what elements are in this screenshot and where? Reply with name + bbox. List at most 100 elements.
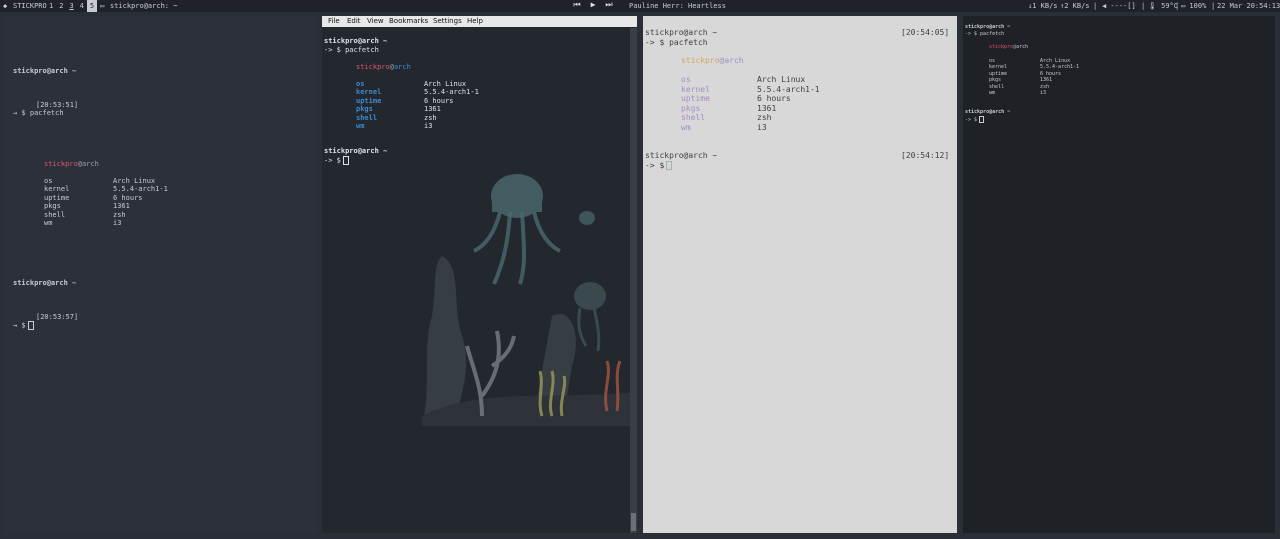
info-key: pkgs (44, 202, 61, 210)
info-key: kernel (44, 185, 70, 193)
info-key: wm (44, 219, 53, 227)
menu-file[interactable]: File (328, 16, 340, 27)
hostname: STICKPRO (13, 2, 47, 10)
command-line: -> $ (965, 117, 978, 123)
fetch-host: arch (1016, 44, 1029, 50)
terminal-icon: ▭ (100, 2, 105, 10)
info-value: Arch Linux (424, 80, 467, 88)
info-value: zsh (424, 114, 437, 122)
fetch-user: stickpro (356, 63, 390, 71)
info-value: zsh (113, 211, 126, 219)
next-track-icon[interactable]: ⏭ (604, 0, 614, 10)
fetch-user: stickpro (989, 44, 1014, 50)
info-value: Arch Linux (757, 75, 806, 84)
separator: | (1175, 2, 1180, 10)
info-value: 1361 (1040, 77, 1053, 83)
info-value: 5.5.4-arch1-1 (757, 85, 820, 94)
prompt-line: stickpro@arch ~ (13, 279, 77, 287)
command-line: → $ pacfetch (13, 109, 64, 117)
info-key: uptime (356, 97, 382, 105)
info-value: 6 hours (113, 194, 143, 202)
command-line: -> $ (324, 156, 341, 165)
prompt-line: stickpro@arch ~ (13, 67, 77, 75)
command-line: -> $ pacfetch (645, 38, 708, 47)
info-value: 5.5.4-arch1-1 (1040, 64, 1080, 70)
info-value: 6 hours (424, 97, 454, 105)
command-line: -> $ pacfetch (324, 46, 379, 54)
info-key: shell (681, 113, 706, 122)
timestamp: [20:54:05] (901, 28, 950, 37)
workspace-3[interactable]: 3 (66, 0, 76, 12)
text-cursor (979, 116, 985, 123)
info-value: 1361 (424, 105, 441, 113)
info-key: wm (356, 122, 365, 130)
info-key: os (681, 75, 691, 84)
clock: 22 Mar 20:54:13 (1217, 2, 1280, 10)
workspace-2[interactable]: 2 (56, 0, 66, 12)
info-key: os (356, 80, 365, 88)
info-key: pkgs (681, 104, 701, 113)
prompt-line: stickpro@arch ~ (965, 24, 1011, 30)
download-speed: ↓1 KB/s (1028, 2, 1058, 10)
prompt-line: stickpro@arch ~ (645, 151, 718, 160)
play-icon[interactable]: ▶ (588, 0, 598, 10)
terminal-pane-4[interactable]: stickpro@arch ~ -> $ pacfetch stickpro@a… (963, 16, 1275, 533)
terminal-pane-1[interactable]: stickpro@arch ~ [20:53:51] → $ pacfetch … (5, 16, 317, 533)
menu-help[interactable]: Help (467, 16, 483, 27)
jellyfish-wallpaper-art (422, 174, 637, 426)
info-value: i3 (757, 123, 767, 132)
menu-bar: File Edit View Bookmarks Settings Help (322, 16, 637, 27)
info-value: Arch Linux (113, 177, 156, 185)
prompt-line: stickpro@arch ~ (324, 147, 388, 155)
separator: | (1093, 2, 1098, 10)
menu-view[interactable]: View (367, 16, 384, 27)
info-value: zsh (757, 113, 772, 122)
workspace-1[interactable]: 1 (46, 0, 56, 12)
fetch-user: stickpro (681, 56, 720, 65)
info-key: os (44, 177, 53, 185)
info-value: 5.5.4-arch1-1 (113, 185, 168, 193)
previous-track-icon[interactable]: ⏮ (572, 0, 582, 10)
info-key: pkgs (989, 77, 1002, 83)
timestamp: [20:53:51] (36, 101, 79, 109)
separator: | (1211, 2, 1216, 10)
info-key: wm (989, 90, 996, 96)
command-line: -> $ (645, 161, 665, 170)
prompt-line: stickpro@arch ~ (324, 37, 388, 45)
temperature: 🌡 59°C (1148, 2, 1178, 10)
info-value: i3 (424, 122, 433, 130)
timestamp: [20:53:57] (36, 313, 79, 321)
info-key: shell (356, 114, 378, 122)
info-key: uptime (681, 94, 710, 103)
separator: | (1141, 2, 1146, 10)
info-value: 1361 (757, 104, 777, 113)
volume-indicator[interactable]: ◀ ----[] (1102, 0, 1136, 12)
info-key: wm (681, 123, 691, 132)
info-value: i3 (113, 219, 122, 227)
scrollbar[interactable] (630, 28, 637, 533)
menu-bookmarks[interactable]: Bookmarks (389, 16, 428, 27)
menu-edit[interactable]: Edit (347, 16, 361, 27)
upload-speed: ↑2 KB/s (1060, 2, 1090, 10)
fetch-host: arch (393, 63, 411, 71)
terminal-pane-3[interactable]: stickpro@arch ~ [20:54:05] -> $ pacfetch… (643, 16, 957, 533)
fetch-host: arch (81, 160, 99, 168)
command-line: → $ (13, 321, 26, 330)
window-title: stickpro@arch: ~ (110, 2, 178, 10)
info-key: kernel (356, 88, 382, 96)
now-playing: Pauline Herr: Heartless (629, 2, 726, 10)
scrollbar-thumb[interactable] (631, 513, 636, 531)
terminal-pane-2[interactable]: File Edit View Bookmarks Settings Help s… (322, 16, 637, 533)
info-value: 6 hours (757, 94, 791, 103)
fetch-user: stickpro (44, 160, 78, 168)
workspace-4[interactable]: 4 (77, 0, 87, 12)
info-value: 1361 (113, 202, 130, 210)
command-line: -> $ pacfetch (965, 31, 1005, 37)
workspace-list: 12345 (46, 0, 98, 12)
text-cursor (342, 156, 349, 165)
info-value: i3 (1040, 90, 1047, 96)
workspace-5[interactable]: 5 (86, 0, 98, 12)
menu-settings[interactable]: Settings (433, 16, 462, 27)
info-value: 5.5.4-arch1-1 (424, 88, 479, 96)
prompt-line: stickpro@arch ~ (645, 28, 718, 37)
